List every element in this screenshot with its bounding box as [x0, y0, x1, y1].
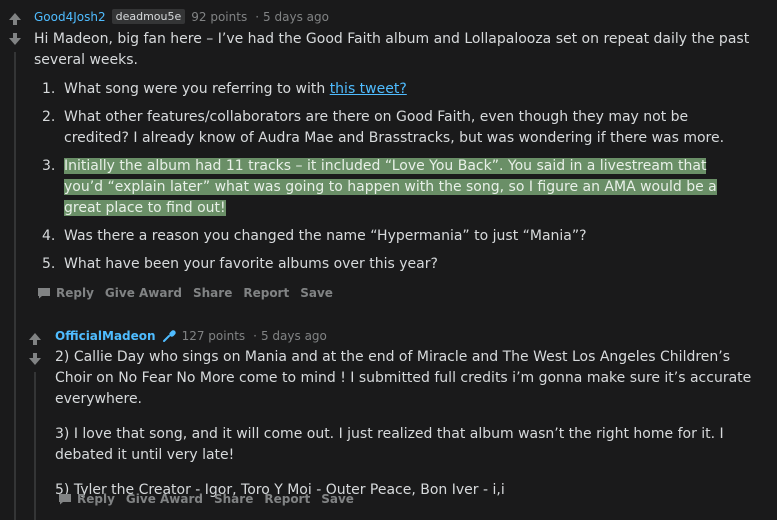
points-count: 92 points — [191, 9, 248, 24]
list-item: 2. What other features/collaborators are… — [42, 107, 742, 149]
user-flair: deadmou5e — [111, 9, 186, 24]
list-text: What song were you referring to with — [64, 81, 330, 97]
report-button[interactable]: Report — [264, 492, 310, 506]
comment-paragraph: 3) I love that song, and it will come ou… — [55, 426, 724, 463]
question-list: 1. What song were you referring to with … — [42, 79, 742, 282]
timestamp[interactable]: 5 days ago — [263, 10, 329, 24]
reply-button[interactable]: Reply — [37, 286, 94, 300]
list-text: What other features/collaborators are th… — [64, 109, 725, 146]
separator: · — [253, 329, 257, 343]
list-number: 2. — [42, 109, 56, 125]
comment-intro: Hi Madeon, big fan here – I’ve had the G… — [34, 31, 750, 68]
chat-bubble-icon — [59, 494, 71, 505]
upvote-icon[interactable] — [6, 10, 24, 28]
chat-bubble-icon — [38, 288, 50, 299]
report-button[interactable]: Report — [243, 286, 289, 300]
comment-actions-1: Reply Give Award Share Report Save — [37, 286, 344, 300]
list-number: 4. — [42, 228, 56, 244]
comment-meta-2: OfficialMadeon 127 points · 5 days ago — [55, 329, 327, 343]
downvote-icon[interactable] — [6, 30, 24, 48]
comment-body-2: 2) Callie Day who sings on Mania and at … — [55, 347, 755, 501]
downvote-icon[interactable] — [26, 350, 44, 368]
reply-label: Reply — [77, 492, 115, 506]
list-item: 4. Was there a reason you changed the na… — [42, 226, 742, 247]
list-item: 3. Initially the album had 11 tracks – i… — [42, 156, 742, 219]
reply-label: Reply — [56, 286, 94, 300]
author-link[interactable]: OfficialMadeon — [55, 329, 156, 343]
list-number: 3. — [42, 158, 56, 174]
vote-column-1 — [6, 10, 24, 48]
selected-text: Initially the album had 11 tracks – it i… — [64, 158, 717, 216]
points-count: 127 points — [181, 329, 246, 343]
list-item: 5. What have been your favorite albums o… — [42, 254, 742, 275]
separator: · — [255, 9, 260, 24]
reply-button[interactable]: Reply — [58, 492, 115, 506]
list-number: 1. — [42, 81, 56, 97]
tweet-link[interactable]: this tweet? — [330, 81, 407, 97]
vote-column-2 — [26, 330, 44, 368]
list-number: 5. — [42, 256, 56, 272]
comment-paragraph: 2) Callie Day who sings on Mania and at … — [55, 349, 752, 407]
save-button[interactable]: Save — [321, 492, 354, 506]
comment-meta-1: Good4Josh2 deadmou5e 92 points · 5 days … — [34, 9, 329, 24]
give-award-button[interactable]: Give Award — [126, 492, 203, 506]
save-button[interactable]: Save — [300, 286, 333, 300]
share-button[interactable]: Share — [193, 286, 232, 300]
list-item: 1. What song were you referring to with … — [42, 79, 742, 100]
author-link[interactable]: Good4Josh2 — [34, 10, 106, 24]
thread-line[interactable] — [34, 372, 36, 520]
list-text: What have been your favorite albums over… — [64, 256, 438, 272]
timestamp[interactable]: 5 days ago — [261, 329, 327, 343]
list-text: Was there a reason you changed the name … — [64, 228, 587, 244]
comment-actions-2: Reply Give Award Share Report Save — [58, 492, 365, 506]
share-button[interactable]: Share — [214, 492, 253, 506]
thread-line[interactable] — [14, 52, 16, 520]
upvote-icon[interactable] — [26, 330, 44, 348]
verified-mic-icon — [162, 330, 176, 342]
give-award-button[interactable]: Give Award — [105, 286, 182, 300]
comment-body-1: Hi Madeon, big fan here – I’ve had the G… — [34, 29, 759, 71]
